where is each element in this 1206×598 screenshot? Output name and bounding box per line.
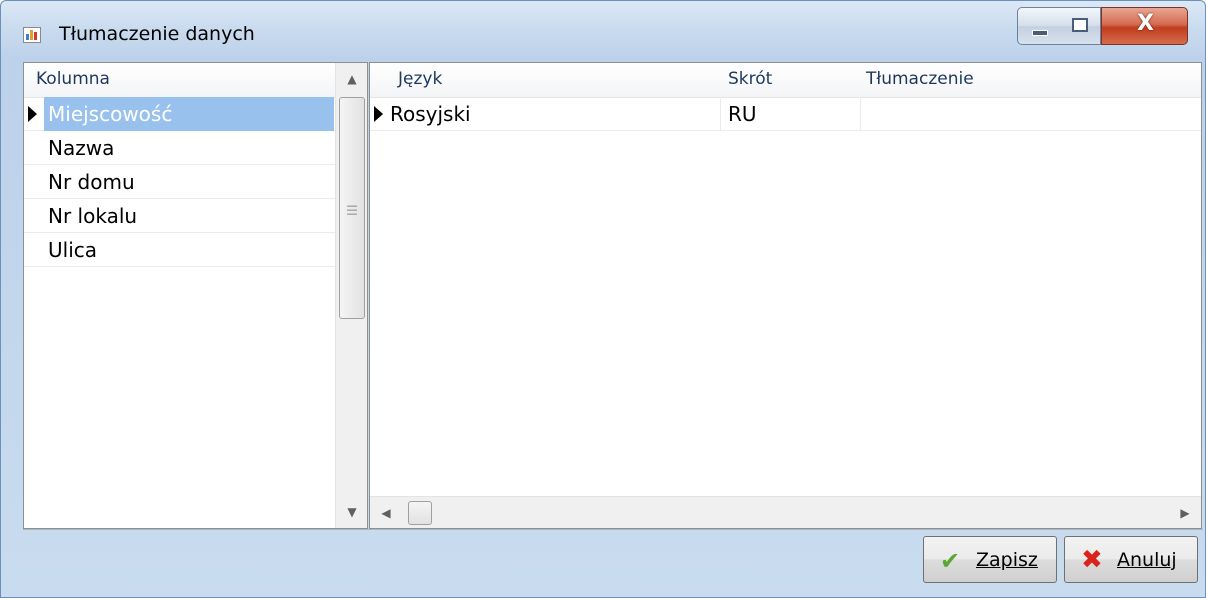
list-item-label: Nr lokalu xyxy=(48,204,138,228)
list-item[interactable]: Nr domu xyxy=(24,165,335,199)
scrollbar-thumb[interactable] xyxy=(408,501,432,525)
save-button[interactable]: ✔ Zapisz xyxy=(923,536,1057,583)
right-grid-header: Język Skrót Tłumaczenie xyxy=(370,63,1201,98)
close-icon: X xyxy=(1137,11,1154,36)
list-item-label: Nr domu xyxy=(48,170,135,194)
cell-divider xyxy=(860,97,861,130)
dialog-window: Tłumaczenie danych X Kolumna Miejscowość… xyxy=(0,0,1206,598)
column-header-jezyk[interactable]: Język xyxy=(398,69,442,89)
row-indicator-icon xyxy=(374,106,383,122)
maximize-button[interactable] xyxy=(1059,7,1101,45)
vertical-scrollbar[interactable]: ▲ — — — ▼ xyxy=(335,63,367,528)
column-header-kolumna[interactable]: Kolumna xyxy=(36,69,110,89)
column-list-grid[interactable]: Kolumna Miejscowość Nazwa Nr domu Nr lok… xyxy=(23,62,368,529)
list-item-label: Ulica xyxy=(48,238,98,262)
scroll-up-icon[interactable]: ▲ xyxy=(336,63,367,95)
minimize-icon xyxy=(1032,30,1048,36)
checkmark-icon: ✔ xyxy=(940,547,961,575)
grip-icon: — — — xyxy=(346,199,358,220)
list-item[interactable]: Nazwa xyxy=(24,131,335,165)
close-button[interactable]: X xyxy=(1101,7,1188,45)
row-indicator-icon xyxy=(28,106,37,122)
app-chart-icon xyxy=(23,27,41,43)
scroll-down-icon[interactable]: ▼ xyxy=(336,496,367,528)
list-item[interactable]: Nr lokalu xyxy=(24,199,335,233)
cell-language[interactable]: Rosyjski xyxy=(390,102,471,126)
maximize-icon xyxy=(1072,18,1088,32)
cancel-button[interactable]: ✖ Anuluj xyxy=(1064,536,1198,583)
translation-grid[interactable]: Język Skrót Tłumaczenie Rosyjski RU ◀ ▶ xyxy=(369,62,1202,529)
column-header-skrot[interactable]: Skrót xyxy=(728,69,772,89)
title-bar[interactable]: Tłumaczenie danych X xyxy=(1,1,1205,59)
list-item-label: Nazwa xyxy=(48,136,115,160)
footer-divider xyxy=(23,529,1203,530)
list-item[interactable]: Miejscowość xyxy=(24,97,335,131)
scroll-left-icon[interactable]: ◀ xyxy=(370,497,402,528)
save-button-label: Zapisz xyxy=(976,549,1038,571)
column-header-tlumaczenie[interactable]: Tłumaczenie xyxy=(866,69,974,89)
list-item[interactable]: Ulica xyxy=(24,233,335,267)
cancel-button-label: Anuluj xyxy=(1117,549,1177,571)
left-grid-header: Kolumna xyxy=(24,63,335,98)
cross-icon: ✖ xyxy=(1081,545,1103,575)
cell-divider xyxy=(720,97,721,130)
cell-code[interactable]: RU xyxy=(728,102,757,126)
scroll-right-icon[interactable]: ▶ xyxy=(1169,497,1201,528)
minimize-button[interactable] xyxy=(1017,7,1060,45)
list-item-label: Miejscowość xyxy=(48,102,173,126)
scrollbar-thumb[interactable]: — — — xyxy=(339,97,365,319)
window-title: Tłumaczenie danych xyxy=(59,23,255,45)
table-row[interactable]: Rosyjski RU xyxy=(370,97,1201,131)
horizontal-scrollbar[interactable]: ◀ ▶ xyxy=(370,496,1201,528)
